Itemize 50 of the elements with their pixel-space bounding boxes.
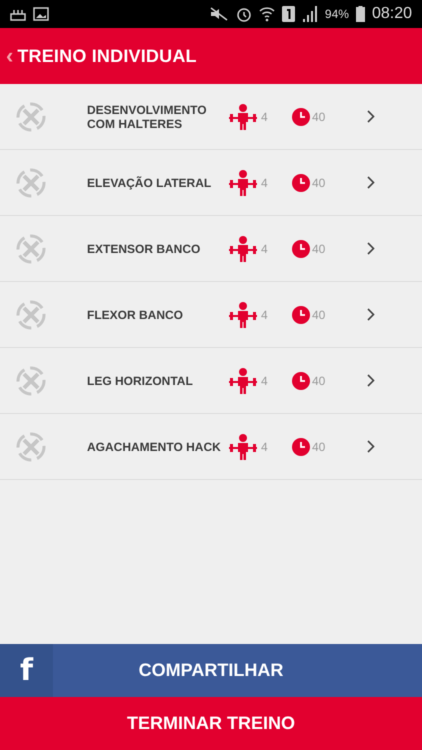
clock-icon bbox=[292, 372, 310, 390]
share-button[interactable]: COMPARTILHAR bbox=[53, 644, 422, 697]
chevron-right-icon[interactable] bbox=[367, 242, 375, 255]
clock-icon bbox=[292, 438, 310, 456]
screen-title: TREINO INDIVIDUAL bbox=[17, 46, 197, 66]
rest-time: 40 bbox=[312, 440, 326, 454]
chevron-right-icon[interactable] bbox=[367, 176, 375, 189]
wifi-icon bbox=[258, 6, 275, 22]
weightlifter-icon bbox=[227, 434, 259, 460]
rest-time: 40 bbox=[312, 110, 326, 124]
weightlifter-icon bbox=[227, 236, 259, 262]
alarm-icon bbox=[236, 6, 252, 22]
sets-count: 4 bbox=[261, 110, 268, 124]
sets-count: 4 bbox=[261, 308, 268, 322]
exercise-name: ELEVAÇÃO LATERAL bbox=[87, 176, 212, 190]
weightlifter-icon bbox=[227, 368, 259, 394]
clock: 08:20 bbox=[372, 5, 412, 23]
weightlifter-icon bbox=[227, 170, 259, 196]
mute-icon bbox=[208, 7, 229, 21]
battery-icon bbox=[356, 6, 365, 22]
sets-count: 4 bbox=[261, 242, 268, 256]
clock-icon bbox=[292, 240, 310, 258]
clock-icon bbox=[292, 108, 310, 126]
weightlifter-icon bbox=[227, 104, 259, 130]
clock-icon bbox=[292, 174, 310, 192]
rest-time: 40 bbox=[312, 242, 326, 256]
clock-icon bbox=[292, 306, 310, 324]
facebook-icon: f bbox=[0, 644, 53, 697]
sim-icon bbox=[282, 6, 295, 22]
rest-time: 40 bbox=[312, 176, 326, 190]
finish-workout-button[interactable]: TERMINAR TREINO bbox=[0, 697, 422, 750]
sets-count: 4 bbox=[261, 374, 268, 388]
image-icon bbox=[33, 7, 49, 21]
chevron-right-icon[interactable] bbox=[367, 308, 375, 321]
notification-icon bbox=[10, 7, 26, 21]
sets-count: 4 bbox=[261, 176, 268, 190]
chevron-right-icon[interactable] bbox=[367, 110, 375, 123]
exercise-name: LEG HORIZONTAL bbox=[87, 374, 194, 388]
exercise-name: AGACHAMENTO HACK bbox=[87, 440, 222, 454]
exercise-name: FLEXOR BANCO bbox=[87, 308, 184, 322]
signal-icon bbox=[302, 6, 318, 22]
rest-time: 40 bbox=[312, 374, 326, 388]
sets-count: 4 bbox=[261, 440, 268, 454]
battery-level: 94% bbox=[324, 7, 349, 21]
chevron-right-icon[interactable] bbox=[367, 374, 375, 387]
weightlifter-icon bbox=[227, 302, 259, 328]
exercise-name: EXTENSOR BANCO bbox=[87, 242, 202, 256]
exercise-name: DESENVOLVIMENTO COM HALTERES bbox=[87, 102, 208, 130]
rest-time: 40 bbox=[312, 308, 326, 322]
chevron-right-icon[interactable] bbox=[367, 440, 375, 453]
